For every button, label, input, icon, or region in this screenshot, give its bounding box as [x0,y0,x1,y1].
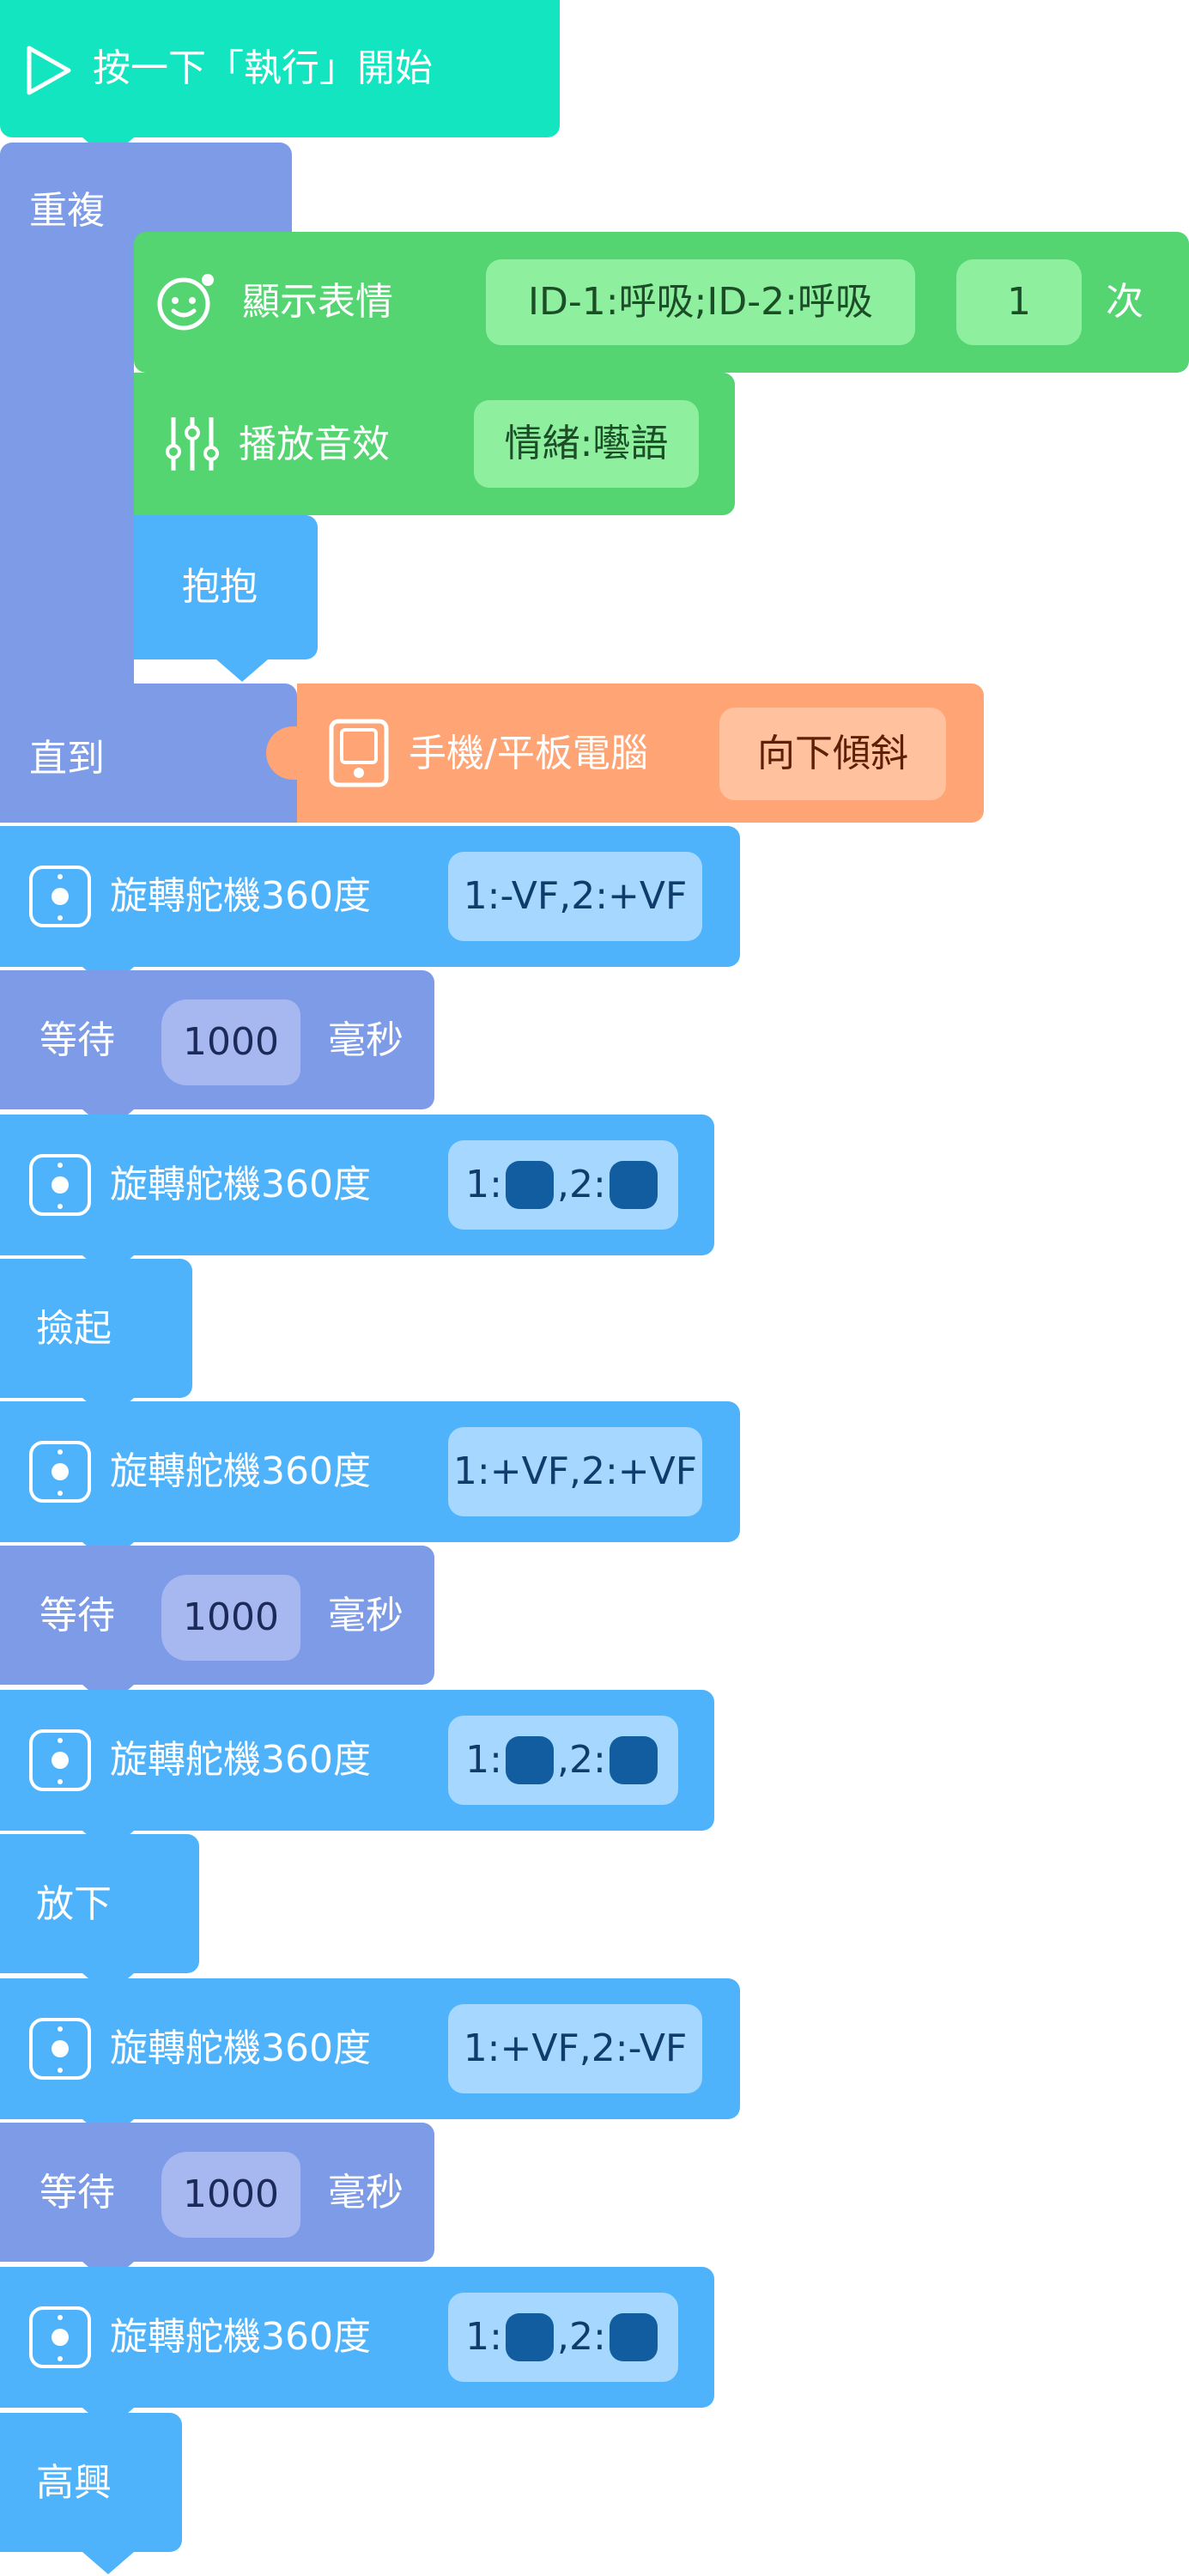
servo-2-color-swatch[interactable] [609,1161,658,1209]
wait-duration-field[interactable]: 1000 [161,2152,300,2238]
servo-1-prefix: 1: [465,1163,502,1206]
servo-value-field[interactable]: 1:+VF,2:+VF [448,1427,702,1516]
show-expression-block[interactable]: 顯示表情 ID-1:呼吸;ID-2:呼吸 1 次 [134,232,1189,395]
servo-dial-icon [29,2018,91,2080]
servo-dial-icon [29,1441,91,1503]
pick-up-label: 撿起 [36,1307,112,1351]
play-triangle-icon [27,46,71,95]
hug-label: 抱抱 [182,565,258,609]
expression-value-field[interactable]: ID-1:呼吸;ID-2:呼吸 [486,259,915,345]
servo-label: 旋轉舵機360度 [110,1738,371,1782]
servo-dial-icon [29,2306,91,2368]
put-down-label: 放下 [36,1882,112,1926]
servo-1-prefix: 1: [465,2315,502,2359]
servo-block-2[interactable]: 旋轉舵機360度 1:+VF,2:+VF [0,1401,740,1564]
servo-value-field[interactable]: 1:-VF,2:+VF [448,852,702,941]
until-label: 直到 [29,737,105,781]
servo-color-field[interactable]: 1: ,2: [448,2293,678,2382]
start-block[interactable]: 按一下「執行」開始 [0,0,560,160]
tilt-direction-field[interactable]: 向下傾斜 [719,708,946,800]
smiley-face-icon [157,274,214,331]
servo-label: 旋轉舵機360度 [110,2026,371,2070]
sound-value-field[interactable]: 情緒:囈語 [474,400,699,488]
servo-color-block-1[interactable]: 旋轉舵機360度 1: ,2: [0,1115,714,1278]
equalizer-sliders-icon [166,417,219,471]
servo-label: 旋轉舵機360度 [110,874,371,918]
hug-block[interactable]: 抱抱 [134,515,318,682]
put-down-block[interactable]: 放下 [0,1834,199,1996]
expression-count-field[interactable]: 1 [956,259,1082,345]
wait-block-2[interactable]: 等待 1000 毫秒 [0,1546,434,1707]
wait-label: 等待 [39,1594,115,1637]
pick-up-block[interactable]: 撿起 [0,1259,192,1420]
wait-block-3[interactable]: 等待 1000 毫秒 [0,2123,434,2284]
servo-dial-icon [29,1154,91,1216]
expression-count-unit: 次 [1106,280,1144,324]
play-sound-label: 播放音效 [239,422,390,466]
servo-label: 旋轉舵機360度 [110,1163,371,1206]
wait-duration-field[interactable]: 1000 [161,1575,300,1661]
servo-2-color-swatch[interactable] [609,2313,658,2361]
servo-block-3[interactable]: 旋轉舵機360度 1:+VF,2:-VF [0,1978,740,2142]
servo-2-prefix: ,2: [557,2315,606,2359]
show-expression-label: 顯示表情 [242,280,393,324]
servo-block-1[interactable]: 旋轉舵機360度 1:-VF,2:+VF [0,826,740,989]
wait-block-1[interactable]: 等待 1000 毫秒 [0,970,434,1132]
servo-color-block-2[interactable]: 旋轉舵機360度 1: ,2: [0,1690,714,1853]
tablet-label: 手機/平板電腦 [409,732,648,775]
tablet-icon [329,719,389,787]
happy-label: 高興 [36,2461,112,2505]
servo-2-prefix: ,2: [557,1163,606,1206]
wait-label: 等待 [39,2171,115,2215]
servo-label: 旋轉舵機360度 [110,1449,371,1493]
servo-2-color-swatch[interactable] [609,1736,658,1784]
play-sound-block[interactable]: 播放音效 情緒:囈語 [134,373,735,538]
servo-1-color-swatch[interactable] [506,1161,554,1209]
wait-duration-field[interactable]: 1000 [161,999,300,1085]
tablet-tilt-condition[interactable]: 手機/平板電腦 向下傾斜 [266,683,984,823]
until-bar[interactable]: 直到 [0,683,297,823]
wait-unit: 毫秒 [328,1018,403,1062]
servo-2-prefix: ,2: [557,1738,606,1782]
repeat-label: 重複 [29,189,105,233]
happy-block[interactable]: 高興 [0,2413,182,2574]
wait-unit: 毫秒 [328,2171,403,2215]
servo-1-prefix: 1: [465,1738,502,1782]
repeat-arm [0,275,134,687]
servo-color-field[interactable]: 1: ,2: [448,1140,678,1230]
servo-label: 旋轉舵機360度 [110,2315,371,2359]
servo-1-color-swatch[interactable] [506,1736,554,1784]
servo-1-color-swatch[interactable] [506,2313,554,2361]
servo-value-field[interactable]: 1:+VF,2:-VF [448,2004,702,2093]
servo-dial-icon [29,1729,91,1791]
servo-color-block-3[interactable]: 旋轉舵機360度 1: ,2: [0,2267,714,2430]
wait-unit: 毫秒 [328,1594,403,1637]
start-label: 按一下「執行」開始 [93,46,433,90]
servo-color-field[interactable]: 1: ,2: [448,1716,678,1805]
wait-label: 等待 [39,1018,115,1062]
servo-dial-icon [29,866,91,927]
